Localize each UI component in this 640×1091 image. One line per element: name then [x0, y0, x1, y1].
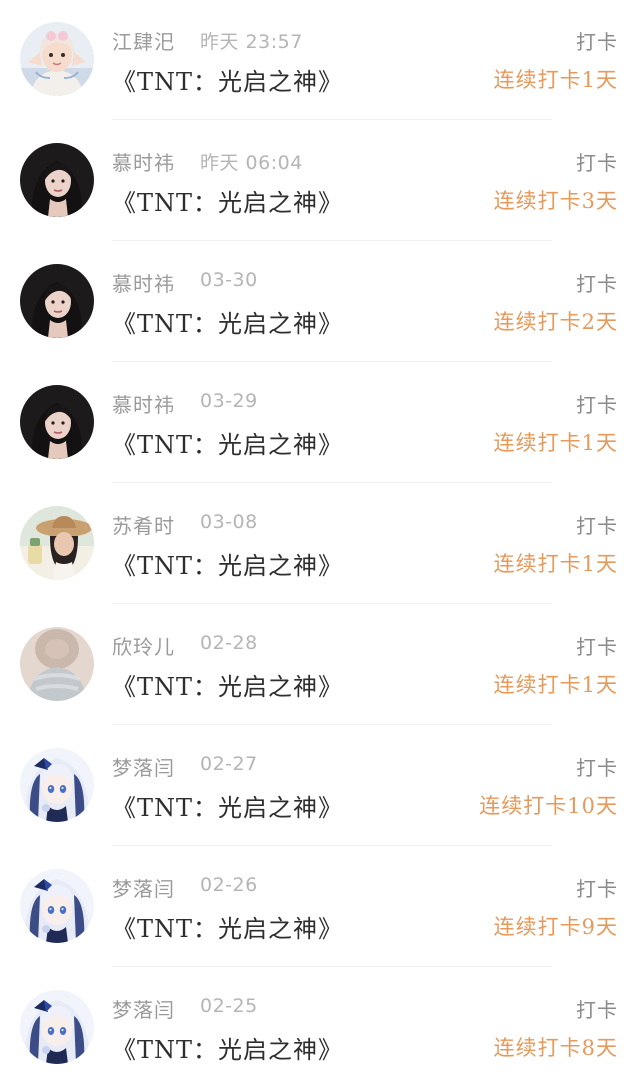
book-title[interactable]: 《TNT：光启之神》 [112, 62, 343, 97]
user-name[interactable]: 苏肴时 [112, 510, 175, 539]
row-divider [112, 482, 552, 483]
checkin-action-label: 打卡 [576, 756, 618, 780]
checkin-time: 昨天 23:57 [200, 31, 303, 53]
list-item[interactable]: 慕时祎 昨天 06:04 《TNT：光启之神》 打卡 连续打卡3天 [0, 121, 640, 241]
hat-girl-avatar-icon[interactable] [20, 506, 94, 580]
checkin-action-label: 打卡 [576, 393, 618, 417]
user-name[interactable]: 慕时祎 [112, 389, 175, 418]
checkin-time: 02-25 [200, 995, 258, 1017]
user-name[interactable]: 江肆汜 [112, 26, 175, 55]
row-divider [112, 361, 552, 362]
checkin-time: 02-28 [200, 632, 258, 654]
book-title[interactable]: 《TNT：光启之神》 [112, 1030, 343, 1065]
checkin-time: 昨天 06:04 [200, 152, 303, 174]
dark-hair-portrait-avatar-icon[interactable] [20, 385, 94, 459]
streak-label: 连续打卡1天 [493, 673, 618, 697]
anime-girl-avatar-icon[interactable] [20, 869, 94, 943]
row-divider [112, 240, 552, 241]
book-title[interactable]: 《TNT：光启之神》 [112, 909, 343, 944]
row-divider [112, 724, 552, 725]
list-item[interactable]: 江肆汜 昨天 23:57 《TNT：光启之神》 打卡 连续打卡1天 [0, 0, 640, 120]
streak-label: 连续打卡2天 [493, 310, 618, 334]
list-item[interactable]: 慕时祎 03-30 《TNT：光启之神》 打卡 连续打卡2天 [0, 242, 640, 362]
dark-hair-portrait-avatar-icon[interactable] [20, 264, 94, 338]
streak-label: 连续打卡3天 [493, 189, 618, 213]
checkin-action-label: 打卡 [576, 272, 618, 296]
checkin-action-label: 打卡 [576, 514, 618, 538]
user-name[interactable]: 梦落闫 [112, 752, 175, 781]
checkin-time: 02-26 [200, 874, 258, 896]
row-divider [112, 966, 552, 967]
streak-label: 连续打卡9天 [493, 915, 618, 939]
user-name[interactable]: 欣玲儿 [112, 631, 175, 660]
list-item[interactable]: 慕时祎 03-29 《TNT：光启之神》 打卡 连续打卡1天 [0, 363, 640, 483]
list-item[interactable]: 苏肴时 03-08 《TNT：光启之神》 打卡 连续打卡1天 [0, 484, 640, 604]
book-title[interactable]: 《TNT：光启之神》 [112, 788, 343, 823]
blurred-portrait-avatar-icon[interactable] [20, 627, 94, 701]
checkin-action-label: 打卡 [576, 151, 618, 175]
girl-selfie-avatar-icon[interactable] [20, 22, 94, 96]
anime-girl-avatar-icon[interactable] [20, 990, 94, 1064]
checkin-action-label: 打卡 [576, 998, 618, 1022]
streak-label: 连续打卡10天 [479, 794, 618, 818]
checkin-action-label: 打卡 [576, 635, 618, 659]
user-name[interactable]: 梦落闫 [112, 994, 175, 1023]
book-title[interactable]: 《TNT：光启之神》 [112, 425, 343, 460]
list-item[interactable]: 梦落闫 02-26 《TNT：光启之神》 打卡 连续打卡9天 [0, 847, 640, 967]
streak-label: 连续打卡1天 [493, 431, 618, 455]
user-name[interactable]: 慕时祎 [112, 147, 175, 176]
checkin-time: 03-08 [200, 511, 258, 533]
row-divider [112, 119, 552, 120]
checkin-time: 02-27 [200, 753, 258, 775]
list-item[interactable]: 梦落闫 02-27 《TNT：光启之神》 打卡 连续打卡10天 [0, 726, 640, 846]
book-title[interactable]: 《TNT：光启之神》 [112, 304, 343, 339]
checkin-time: 03-30 [200, 269, 258, 291]
list-item[interactable]: 梦落闫 02-25 《TNT：光启之神》 打卡 连续打卡8天 [0, 968, 640, 1088]
dark-hair-portrait-avatar-icon[interactable] [20, 143, 94, 217]
book-title[interactable]: 《TNT：光启之神》 [112, 183, 343, 218]
checkin-feed-list: 江肆汜 昨天 23:57 《TNT：光启之神》 打卡 连续打卡1天 慕时祎 昨天… [0, 0, 640, 1091]
checkin-time: 03-29 [200, 390, 258, 412]
row-divider [112, 845, 552, 846]
row-divider [112, 603, 552, 604]
book-title[interactable]: 《TNT：光启之神》 [112, 667, 343, 702]
streak-label: 连续打卡1天 [493, 552, 618, 576]
list-item[interactable]: 欣玲儿 02-28 《TNT：光启之神》 打卡 连续打卡1天 [0, 605, 640, 725]
user-name[interactable]: 梦落闫 [112, 873, 175, 902]
user-name[interactable]: 慕时祎 [112, 268, 175, 297]
anime-girl-avatar-icon[interactable] [20, 748, 94, 822]
streak-label: 连续打卡1天 [493, 68, 618, 92]
checkin-action-label: 打卡 [576, 30, 618, 54]
checkin-action-label: 打卡 [576, 877, 618, 901]
book-title[interactable]: 《TNT：光启之神》 [112, 546, 343, 581]
streak-label: 连续打卡8天 [493, 1036, 618, 1060]
